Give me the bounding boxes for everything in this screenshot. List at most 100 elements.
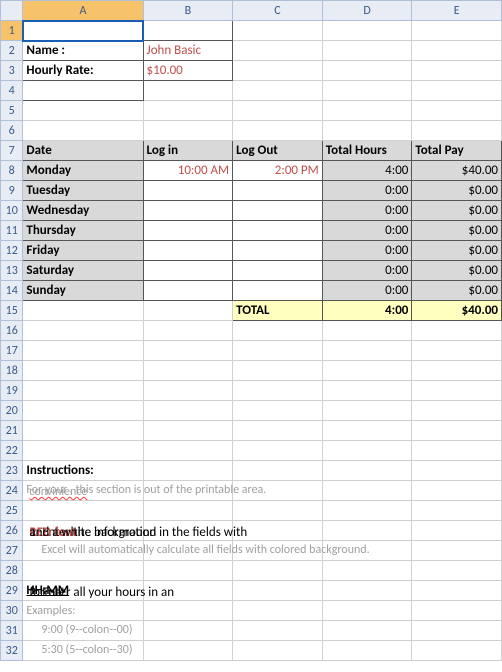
row-header-16[interactable]: 16	[1, 321, 23, 341]
cell-D5[interactable]	[322, 101, 412, 121]
name-value[interactable]: John Basic	[143, 41, 233, 61]
row-header-3[interactable]: 3	[1, 61, 23, 81]
cell-C32[interactable]	[233, 641, 323, 661]
cell-B28[interactable]	[143, 561, 233, 581]
cell-C17[interactable]	[233, 341, 323, 361]
cell-B21[interactable]	[143, 421, 233, 441]
instructions-label[interactable]: Instructions:	[23, 461, 143, 481]
row-header-24[interactable]: 24	[1, 481, 23, 501]
row-header-18[interactable]: 18	[1, 361, 23, 381]
day-login-6[interactable]	[143, 281, 233, 301]
examples-label[interactable]: Examples:	[23, 601, 143, 621]
cell-E17[interactable]	[412, 341, 502, 361]
day-logout-6[interactable]	[233, 281, 323, 301]
total-label[interactable]: TOTAL	[233, 301, 323, 321]
cell-E3[interactable]	[412, 61, 502, 81]
row-header-28[interactable]: 28	[1, 561, 23, 581]
day-name-5[interactable]: Saturday	[23, 261, 143, 281]
day-hours-6[interactable]: 0:00	[322, 281, 412, 301]
row-header-15[interactable]: 15	[1, 301, 23, 321]
col-header-E[interactable]: E	[412, 1, 502, 21]
cell-A19[interactable]	[23, 381, 143, 401]
cell-C28[interactable]	[233, 561, 323, 581]
cell-E4[interactable]	[412, 81, 502, 101]
day-pay-6[interactable]: $0.00	[412, 281, 502, 301]
cell-C1[interactable]	[233, 21, 323, 41]
row-header-17[interactable]: 17	[1, 341, 23, 361]
cell-D6[interactable]	[322, 121, 412, 141]
hdr-login[interactable]: Log in	[143, 141, 233, 161]
cell-B5[interactable]	[143, 101, 233, 121]
cell-C31[interactable]	[233, 621, 323, 641]
day-logout-1[interactable]	[233, 181, 323, 201]
cell-C22[interactable]	[233, 441, 323, 461]
rate-value[interactable]: $10.00	[143, 61, 233, 81]
name-label[interactable]: Name :	[23, 41, 143, 61]
cell-C2[interactable]	[233, 41, 323, 61]
cell-B6[interactable]	[143, 121, 233, 141]
day-pay-3[interactable]: $0.00	[412, 221, 502, 241]
day-pay-5[interactable]: $0.00	[412, 261, 502, 281]
cell-E21[interactable]	[412, 421, 502, 441]
instruction-2[interactable]: 2. Enter all your hours in an HH:MM form…	[23, 581, 143, 601]
cell-E28[interactable]	[412, 561, 502, 581]
cell-B32[interactable]	[143, 641, 233, 661]
cell-D29[interactable]	[322, 581, 412, 601]
cell-D4[interactable]	[322, 81, 412, 101]
day-hours-2[interactable]: 0:00	[322, 201, 412, 221]
total-hours[interactable]: 4:00	[322, 301, 412, 321]
day-logout-4[interactable]	[233, 241, 323, 261]
day-pay-0[interactable]: $40.00	[412, 161, 502, 181]
row-header-29[interactable]: 29	[1, 581, 23, 601]
instruction-1[interactable]: 1. Enter the information in the fields w…	[23, 521, 143, 541]
cell-A20[interactable]	[23, 401, 143, 421]
cell-E30[interactable]	[412, 601, 502, 621]
cell-E22[interactable]	[412, 441, 502, 461]
row-header-26[interactable]: 26	[1, 521, 23, 541]
cell-D25[interactable]	[322, 501, 412, 521]
cell-C16[interactable]	[233, 321, 323, 341]
select-all-corner[interactable]	[1, 1, 23, 21]
cell-D19[interactable]	[322, 381, 412, 401]
cell-B4[interactable]	[143, 81, 233, 101]
spreadsheet-grid[interactable]: A B C D E 1 2 Name : John Basic 3 Hourly…	[0, 0, 502, 661]
day-name-4[interactable]: Friday	[23, 241, 143, 261]
cell-C30[interactable]	[233, 601, 323, 621]
cell-D17[interactable]	[322, 341, 412, 361]
day-hours-3[interactable]: 0:00	[322, 221, 412, 241]
cell-B19[interactable]	[143, 381, 233, 401]
cell-B31[interactable]	[143, 621, 233, 641]
cell-B1[interactable]	[143, 21, 233, 41]
cell-E19[interactable]	[412, 381, 502, 401]
cell-A6[interactable]	[23, 121, 143, 141]
cell-B30[interactable]	[143, 601, 233, 621]
row-header-9[interactable]: 9	[1, 181, 23, 201]
cell-C25[interactable]	[233, 501, 323, 521]
cell-D1[interactable]	[322, 21, 412, 41]
row-header-21[interactable]: 21	[1, 421, 23, 441]
cell-E32[interactable]	[412, 641, 502, 661]
cell-E1[interactable]	[412, 21, 502, 41]
day-login-3[interactable]	[143, 221, 233, 241]
day-login-5[interactable]	[143, 261, 233, 281]
rate-label[interactable]: Hourly Rate:	[23, 61, 143, 81]
day-name-1[interactable]: Tuesday	[23, 181, 143, 201]
day-name-3[interactable]: Thursday	[23, 221, 143, 241]
cell-A28[interactable]	[23, 561, 143, 581]
col-header-A[interactable]: A	[23, 1, 143, 21]
cell-B17[interactable]	[143, 341, 233, 361]
day-hours-5[interactable]: 0:00	[322, 261, 412, 281]
day-name-0[interactable]: Monday	[23, 161, 143, 181]
cell-B18[interactable]	[143, 361, 233, 381]
cell-E27[interactable]	[412, 541, 502, 561]
cell-C3[interactable]	[233, 61, 323, 81]
cell-D2[interactable]	[322, 41, 412, 61]
cell-A5[interactable]	[23, 101, 143, 121]
day-login-1[interactable]	[143, 181, 233, 201]
cell-A16[interactable]	[23, 321, 143, 341]
cell-E2[interactable]	[412, 41, 502, 61]
day-pay-4[interactable]: $0.00	[412, 241, 502, 261]
hdr-pay[interactable]: Total Pay	[412, 141, 502, 161]
row-header-27[interactable]: 27	[1, 541, 23, 561]
cell-C21[interactable]	[233, 421, 323, 441]
